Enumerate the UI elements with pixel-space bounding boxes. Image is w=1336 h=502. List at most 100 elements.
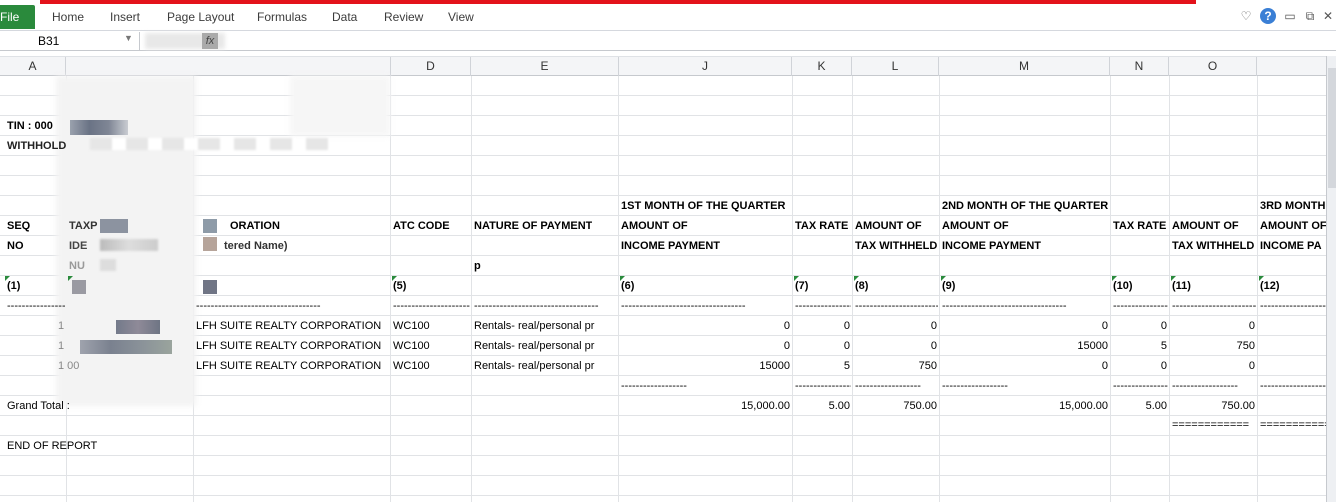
m2-withheld-amount-header: AMOUNT OF bbox=[1172, 220, 1239, 232]
minimize-ribbon-icon[interactable]: ♡ bbox=[1238, 8, 1254, 24]
row-2-m1-withheld: 0 bbox=[930, 340, 937, 352]
separator: ---------------------------------- bbox=[1172, 300, 1256, 312]
row-3-nature: Rentals- real/personal pr bbox=[474, 360, 595, 372]
row-2-name: LFH SUITE REALTY CORPORATION bbox=[196, 340, 382, 352]
m1-tax-withheld-header: TAX WITHHELD bbox=[855, 240, 938, 252]
second-month-header: 2ND MONTH OF THE QUARTER bbox=[942, 200, 1109, 212]
registered-name-header: tered Name) bbox=[224, 240, 288, 252]
column-header-a[interactable]: A bbox=[0, 57, 66, 76]
row-2-m2-withheld: 750 bbox=[1236, 340, 1255, 352]
restore-window-icon[interactable]: ⧉ bbox=[1302, 8, 1318, 24]
m3-income-payment-header: INCOME PA bbox=[1260, 240, 1322, 252]
spreadsheet-grid[interactable]: TIN : 000 WITHHOLD 1ST MONTH OF THE QUAR… bbox=[0, 76, 1326, 502]
tab-insert[interactable]: Insert bbox=[110, 10, 140, 24]
column-header-l[interactable]: L bbox=[852, 57, 939, 76]
row-2-seq: 1 bbox=[58, 340, 65, 352]
row-3-name: LFH SUITE REALTY CORPORATION bbox=[196, 360, 382, 372]
tab-page-layout[interactable]: Page Layout bbox=[167, 10, 234, 24]
column-header-hidden[interactable] bbox=[66, 57, 391, 76]
separator: ------------------ bbox=[1113, 380, 1168, 392]
tab-home[interactable]: Home bbox=[52, 10, 84, 24]
separator: ---------------------------------- bbox=[474, 300, 599, 312]
row-1-seq: 1 bbox=[58, 320, 65, 332]
total-m2-withheld: 750.00 bbox=[1221, 400, 1255, 412]
ribbon: File Home Insert Page Layout Formulas Da… bbox=[0, 0, 1336, 31]
row-1-nature: Rentals- real/personal pr bbox=[474, 320, 595, 332]
row-1-m1-rate: 0 bbox=[843, 320, 850, 332]
total-m2-rate: 5.00 bbox=[1145, 400, 1167, 412]
help-icon[interactable]: ? bbox=[1260, 8, 1276, 24]
row-1-name: LFH SUITE REALTY CORPORATION bbox=[196, 320, 382, 332]
taxpayer-header: TAXP bbox=[69, 220, 98, 232]
m2-income-payment-header: INCOME PAYMENT bbox=[942, 240, 1042, 252]
row-2-m2-rate: 5 bbox=[1160, 340, 1167, 352]
double-rule: ============ bbox=[1172, 419, 1250, 431]
m2-tax-rate-header: TAX RATE bbox=[1113, 220, 1167, 232]
column-header-o[interactable]: O bbox=[1169, 57, 1257, 76]
row-3-m2-amount: 0 bbox=[1101, 360, 1108, 372]
close-window-icon[interactable]: ✕ bbox=[1320, 8, 1336, 24]
m2-amount-of-header: AMOUNT OF bbox=[942, 220, 1009, 232]
scrollbar-thumb[interactable] bbox=[1328, 68, 1336, 188]
row-2-m1-amount: 0 bbox=[783, 340, 790, 352]
col-num-8: (8) bbox=[855, 280, 869, 292]
total-m1-rate: 5.00 bbox=[828, 400, 850, 412]
row-2-m1-rate: 0 bbox=[843, 340, 850, 352]
column-header-p[interactable] bbox=[1257, 57, 1326, 76]
end-of-report: END OF REPORT bbox=[7, 440, 98, 452]
vertical-scrollbar[interactable] bbox=[1326, 56, 1336, 502]
column-header-d[interactable]: D bbox=[391, 57, 471, 76]
row-1-m2-rate: 0 bbox=[1160, 320, 1167, 332]
name-box-dropdown-icon[interactable]: ▼ bbox=[124, 33, 133, 43]
separator: ---------------------------------- bbox=[621, 300, 746, 312]
tab-data[interactable]: Data bbox=[332, 10, 357, 24]
tab-review[interactable]: Review bbox=[384, 10, 423, 24]
row-3-m2-withheld: 0 bbox=[1248, 360, 1255, 372]
col-num-12: (12) bbox=[1260, 280, 1280, 292]
separator: ---------------------------------- bbox=[7, 300, 65, 312]
minimize-window-icon[interactable]: ▭ bbox=[1282, 8, 1298, 24]
col-num-9: (9) bbox=[942, 280, 956, 292]
withholding-label: WITHHOLD bbox=[7, 140, 67, 152]
name-box[interactable]: B31 bbox=[0, 32, 140, 50]
separator: ---------------------------------- bbox=[942, 300, 1067, 312]
separator: ---------------------------------- bbox=[795, 300, 851, 312]
column-header-n[interactable]: N bbox=[1110, 57, 1169, 76]
total-m2-amount: 15,000.00 bbox=[1059, 400, 1108, 412]
col-num-11: (11) bbox=[1172, 280, 1191, 292]
col-num-10: (10) bbox=[1113, 280, 1133, 292]
redacted-pixels bbox=[70, 120, 128, 135]
separator: ---------------------------------- bbox=[196, 300, 321, 312]
grand-total-label: Grand Total : bbox=[7, 400, 70, 412]
separator: ------------------ bbox=[621, 380, 687, 392]
m1-withheld-amount-header: AMOUNT OF bbox=[855, 220, 922, 232]
m1-tax-rate-header: TAX RATE bbox=[795, 220, 849, 232]
row-1-m1-withheld: 0 bbox=[930, 320, 937, 332]
column-header-m[interactable]: M bbox=[939, 57, 1110, 76]
tab-view[interactable]: View bbox=[448, 10, 474, 24]
row-1-m2-amount: 0 bbox=[1101, 320, 1108, 332]
first-month-header: 1ST MONTH OF THE QUARTER bbox=[621, 200, 786, 212]
nature-p-label: p bbox=[474, 260, 481, 272]
column-header-e[interactable]: E bbox=[471, 57, 619, 76]
insert-function-icon[interactable]: fx bbox=[202, 33, 218, 49]
row-2-atc: WC100 bbox=[393, 340, 430, 352]
nature-of-payment-header: NATURE OF PAYMENT bbox=[474, 220, 593, 232]
m1-income-payment-header: INCOME PAYMENT bbox=[621, 240, 721, 252]
column-header-k[interactable]: K bbox=[792, 57, 852, 76]
number-header: NU bbox=[69, 260, 85, 272]
row-2-m2-amount: 15000 bbox=[1077, 340, 1108, 352]
file-tab[interactable]: File bbox=[0, 5, 35, 29]
row-3-m1-amount: 15000 bbox=[759, 360, 790, 372]
separator: ------------------ bbox=[855, 380, 921, 392]
separator: ---------------------------------- bbox=[855, 300, 938, 312]
separator: ---------------------------------- bbox=[1113, 300, 1168, 312]
row-2-nature: Rentals- real/personal pr bbox=[474, 340, 595, 352]
total-m1-amount: 15,000.00 bbox=[741, 400, 790, 412]
formula-input[interactable] bbox=[228, 32, 1328, 50]
col-num-1: (1) bbox=[7, 280, 21, 292]
column-headers: A D E J K L M N O bbox=[0, 56, 1326, 76]
tab-formulas[interactable]: Formulas bbox=[257, 10, 307, 24]
row-1-m2-withheld: 0 bbox=[1248, 320, 1255, 332]
column-header-j[interactable]: J bbox=[619, 57, 792, 76]
